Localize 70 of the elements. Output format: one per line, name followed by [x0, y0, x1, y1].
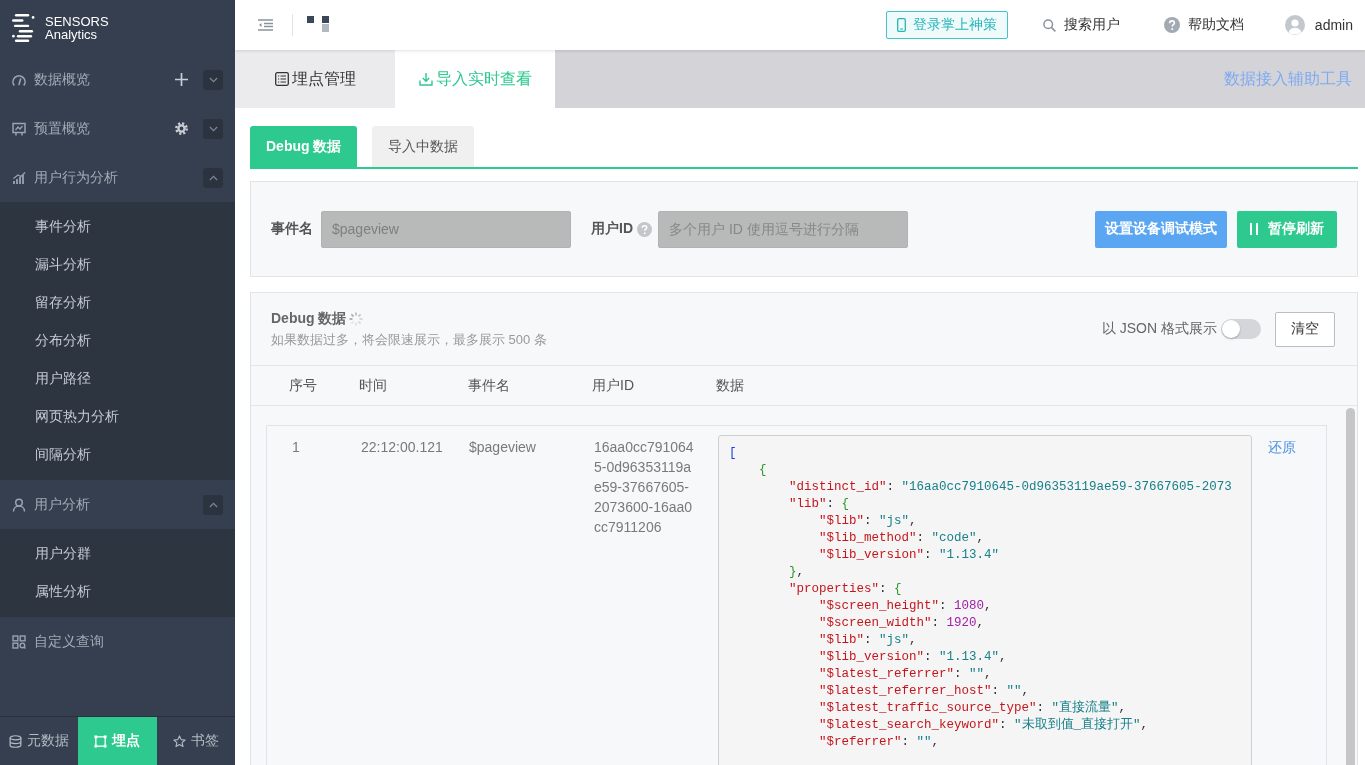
- limit-note: 如果数据过多，将会限速展示，最多展示 500 条: [271, 330, 547, 349]
- logo-text: SENSORS Analytics: [45, 14, 109, 41]
- submenu-item[interactable]: 留存分析: [35, 294, 91, 312]
- settings-icon[interactable]: [175, 122, 188, 135]
- json-code-block: [ { "distinct_id": "16aa0cc7910645-0d96353119ae59-37667605-2073 "lib": { "$lib": "js", "$lib_method": "code", "$lib_version": "1.13.4" }, "properties": { "$screen_height": 1080, "$screen_width": 1920, "$lib": "js", "$lib_version": "1.13.4", "$latest_referrer": "", "$latest_referrer_host": "", "$latest_traffic_source_type": "直接流量", "$latest_search_keyword": "未取到值_直接打开", "$referrer": "",: [718, 435, 1252, 765]
- table-cell-text: $pageview: [469, 438, 536, 457]
- help-icon: [1163, 17, 1180, 33]
- sidebar-menu-item[interactable]: 用户分析: [34, 495, 90, 514]
- field-label: 事件名: [271, 220, 313, 238]
- column-header: 用户ID: [592, 376, 634, 395]
- user-menu[interactable]: admin: [1284, 15, 1353, 35]
- menu-icon[interactable]: [258, 19, 273, 31]
- field-label: 用户ID: [591, 220, 633, 238]
- help-icon[interactable]: [637, 221, 652, 237]
- json-view-switch[interactable]: [1221, 319, 1261, 339]
- submenu-item[interactable]: 事件分析: [35, 218, 91, 236]
- search-users-link[interactable]: 搜索用户: [1042, 16, 1120, 34]
- chart-monitor-icon: [12, 121, 26, 136]
- star-icon: [172, 734, 186, 748]
- column-header: 时间: [359, 376, 387, 395]
- chevron-up-icon: [208, 501, 218, 508]
- expand-toggle-button[interactable]: [203, 494, 223, 515]
- column-header: 数据: [716, 376, 744, 395]
- expand-toggle-button[interactable]: [203, 167, 223, 188]
- plus-icon[interactable]: [175, 73, 188, 86]
- page-tab[interactable]: 埋点管理: [235, 50, 395, 108]
- search-icon: [1042, 18, 1056, 32]
- logo-icon: [12, 13, 35, 42]
- sidebar-bottom-tab[interactable]: 元数据: [0, 717, 79, 765]
- submenu-item[interactable]: 用户路径: [35, 370, 91, 388]
- download-icon: [418, 72, 433, 86]
- sidebar-menu-item[interactable]: 数据概览: [34, 70, 90, 89]
- data-tab[interactable]: 导入中数据: [372, 126, 475, 167]
- submenu-item[interactable]: 间隔分析: [35, 446, 91, 464]
- avatar-icon: [1284, 15, 1305, 35]
- gauge-icon: [12, 72, 26, 87]
- expand-toggle-button[interactable]: [203, 118, 223, 139]
- table-cell-text: 16aa0cc7910645-0d96353119ae59-37667605-2073600-16aa0cc7911206: [594, 438, 695, 537]
- scrollbar-thumb[interactable]: [1346, 408, 1355, 765]
- sidebar-bottom-tab[interactable]: 书签: [156, 717, 235, 765]
- expand-toggle-button[interactable]: [203, 69, 223, 90]
- sidebar-menu-item[interactable]: 用户行为分析: [34, 168, 118, 187]
- grid-icon: [12, 634, 26, 649]
- submenu-item[interactable]: 漏斗分析: [35, 256, 91, 274]
- frame-icon: [94, 734, 108, 748]
- submenu-item[interactable]: 网页热力分析: [35, 408, 119, 426]
- user-icon: [12, 497, 26, 512]
- chevron-down-icon: [208, 125, 218, 132]
- help-docs-link[interactable]: 帮助文档: [1163, 16, 1244, 34]
- panel-title: Debug 数据: [271, 309, 347, 328]
- column-header: 事件名: [468, 376, 510, 395]
- list-icon: [274, 72, 289, 86]
- submenu-item[interactable]: 属性分析: [35, 583, 91, 601]
- toggle-label: 以 JSON 格式展示: [1101, 320, 1217, 338]
- table-cell-text: 1: [292, 438, 300, 457]
- sidebar-menu-item[interactable]: 预置概览: [34, 119, 90, 138]
- chevron-up-icon: [208, 174, 218, 181]
- phone-icon: [896, 18, 906, 32]
- column-header: 序号: [289, 376, 317, 395]
- chevron-down-icon: [208, 76, 218, 83]
- submenu-item[interactable]: 分布分析: [35, 332, 91, 350]
- restore-link[interactable]: 还原: [1268, 437, 1296, 457]
- submenu-item[interactable]: 用户分群: [35, 545, 91, 563]
- table-cell-text: 22:12:00.121: [361, 438, 443, 457]
- pause-icon: [1250, 223, 1258, 235]
- bar-chart-icon: [12, 170, 26, 185]
- logo-icon: [307, 16, 329, 32]
- sidebar-menu-item[interactable]: 自定义查询: [34, 632, 104, 651]
- clear-button[interactable]: 清空: [1275, 311, 1335, 347]
- database-icon: [9, 734, 23, 748]
